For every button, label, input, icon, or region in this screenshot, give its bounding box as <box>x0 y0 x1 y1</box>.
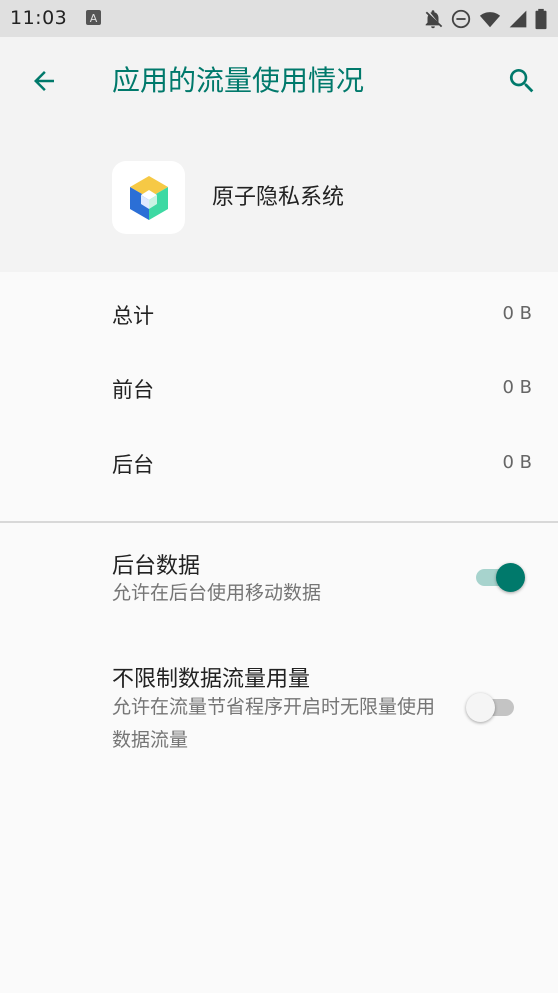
unrestricted-data-switch[interactable] <box>466 690 522 724</box>
status-bar: 11:03 A <box>0 0 558 37</box>
usage-label: 总计 <box>112 304 154 328</box>
wifi-icon <box>479 12 501 28</box>
svg-text:A: A <box>90 12 98 25</box>
background-data-switch[interactable] <box>472 560 528 594</box>
app-header: 应用的流量使用情况 原子隐私系统 <box>0 37 558 272</box>
divider <box>0 521 558 523</box>
usage-row-background: 后台 0 B <box>0 435 558 495</box>
switch-thumb <box>466 693 495 722</box>
usage-label: 前台 <box>112 378 154 402</box>
background-data-setting[interactable]: 后台数据 允许在后台使用移动数据 <box>0 533 558 625</box>
notification-a-icon: A <box>86 10 101 25</box>
back-button[interactable] <box>20 61 68 101</box>
search-button[interactable] <box>500 61 544 101</box>
app-icon <box>112 161 185 234</box>
usage-label: 后台 <box>112 453 154 477</box>
setting-summary: 允许在流量节省程序开启时无限量使用数据流量 <box>112 696 436 751</box>
do-not-disturb-icon <box>451 9 471 29</box>
page-title: 应用的流量使用情况 <box>112 64 365 97</box>
arrow-back-icon <box>34 71 54 91</box>
cellular-icon <box>509 10 527 28</box>
notifications-off-icon <box>425 10 443 29</box>
status-icons <box>422 8 548 30</box>
usage-row-total: 总计 0 B <box>0 286 558 346</box>
setting-title: 不限制数据流量用量 <box>112 667 311 692</box>
usage-value: 0 B <box>502 303 532 324</box>
setting-summary: 允许在后台使用移动数据 <box>112 582 322 604</box>
usage-value: 0 B <box>502 377 532 398</box>
switch-thumb <box>496 563 525 592</box>
battery-icon <box>535 8 547 30</box>
status-time: 11:03 <box>10 7 68 29</box>
app-name: 原子隐私系统 <box>212 185 345 210</box>
usage-value: 0 B <box>502 452 532 473</box>
search-icon <box>509 69 534 93</box>
setting-title: 后台数据 <box>112 554 201 579</box>
usage-row-foreground: 前台 0 B <box>0 360 558 420</box>
app-cube-icon <box>129 175 168 220</box>
unrestricted-data-setting[interactable]: 不限制数据流量用量 允许在流量节省程序开启时无限量使用数据流量 <box>0 645 558 770</box>
